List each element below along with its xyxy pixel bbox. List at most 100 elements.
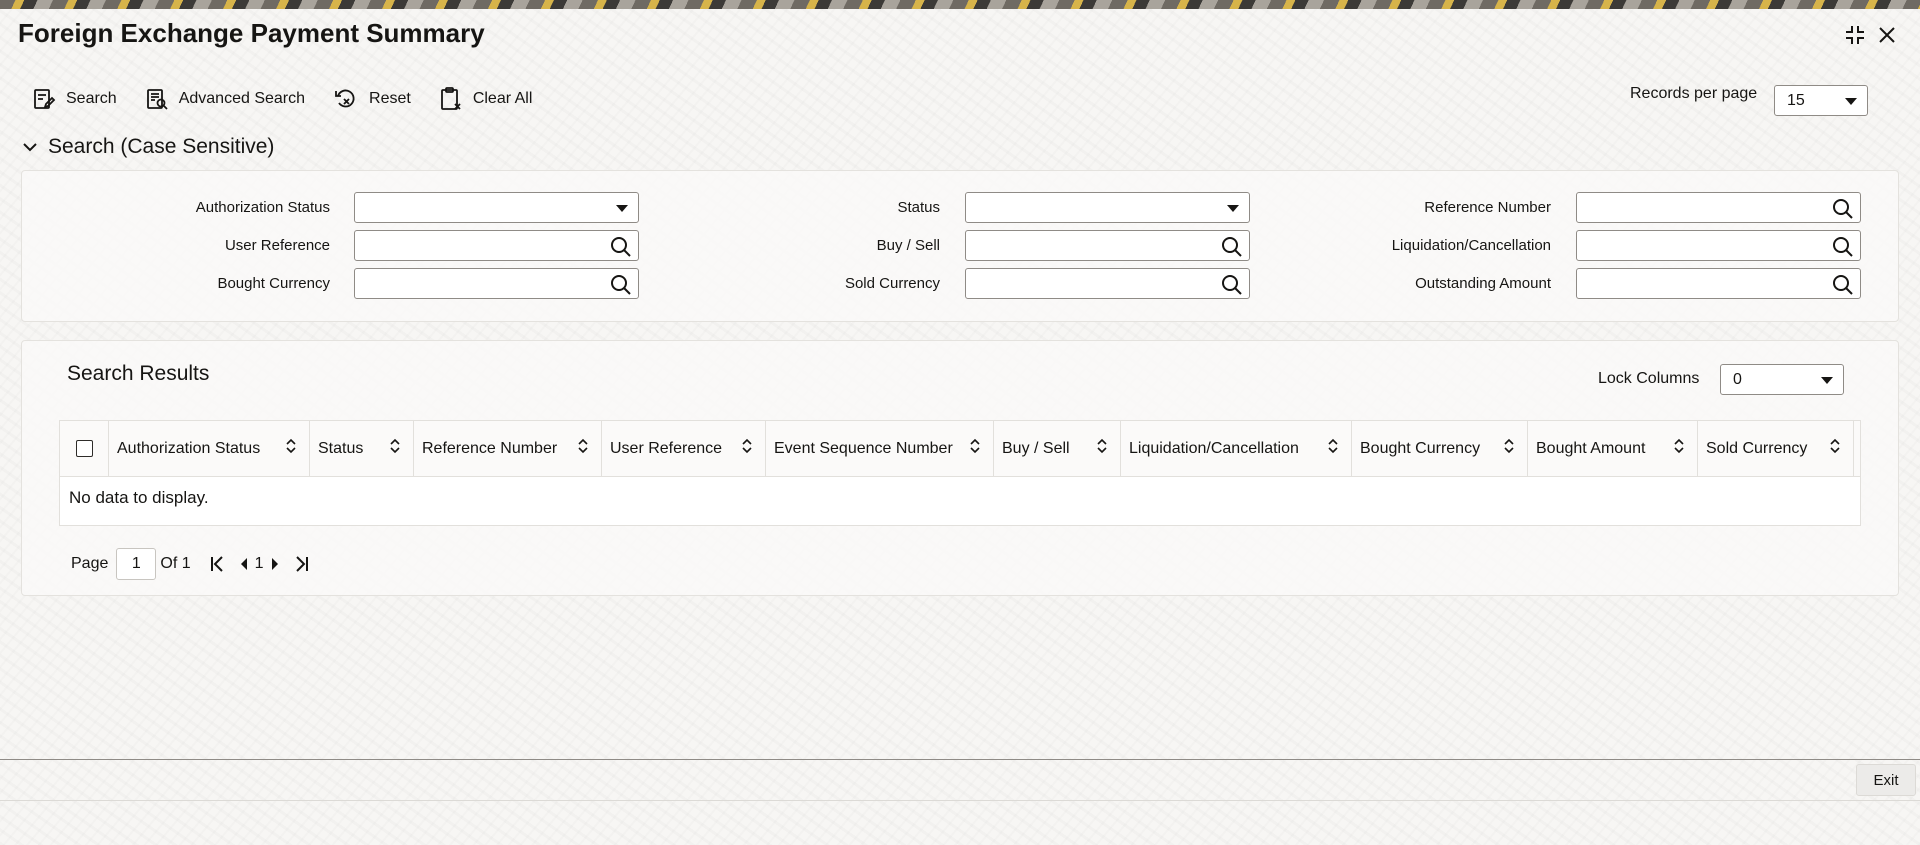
outstanding-amount-input[interactable] — [1576, 268, 1861, 299]
column-header-label: Bought Amount — [1536, 439, 1646, 457]
column-header-label: Status — [318, 439, 364, 457]
last-page-icon[interactable] — [294, 555, 310, 573]
exit-button[interactable]: Exit — [1856, 764, 1916, 796]
column-header-label: Liquidation/Cancellation — [1129, 439, 1299, 457]
clipboard-clear-icon — [439, 86, 463, 112]
advanced-search-icon — [145, 87, 169, 111]
sort-icon[interactable] — [1829, 438, 1841, 459]
exit-button-label: Exit — [1873, 771, 1899, 789]
column-header-label: Bought Currency — [1360, 439, 1481, 457]
sort-icon[interactable] — [285, 438, 297, 459]
footer-divider-bottom — [0, 800, 1920, 801]
reset-icon — [333, 87, 359, 111]
authorization-status-select[interactable] — [354, 192, 639, 223]
column-header-label: Reference Number — [422, 439, 558, 457]
search-icon[interactable] — [1221, 274, 1243, 301]
search-icon[interactable] — [1832, 236, 1854, 263]
reset-button[interactable]: Reset — [333, 87, 411, 111]
sort-icon[interactable] — [1673, 438, 1685, 459]
column-header-label: User Reference — [610, 439, 723, 457]
pagination: Page 1 Of 1 1 — [71, 548, 310, 580]
page-of-label: Of 1 — [160, 555, 191, 572]
results-table: Authorization Status Status Reference Nu… — [59, 420, 1861, 526]
bought-currency-input[interactable] — [354, 268, 639, 299]
search-section-heading: Search (Case Sensitive) — [48, 135, 275, 158]
reference-number-input[interactable] — [1576, 192, 1861, 223]
lock-columns-value: 0 — [1733, 370, 1742, 388]
chevron-down-icon — [22, 135, 38, 159]
search-icon[interactable] — [610, 274, 632, 301]
status-select[interactable] — [965, 192, 1250, 223]
column-header-sold-currency[interactable]: Sold Currency — [1698, 420, 1854, 477]
page-number-input-value: 1 — [131, 555, 141, 572]
previous-page-icon[interactable] — [239, 557, 249, 571]
buy-sell-input[interactable] — [965, 230, 1250, 261]
column-header-label: Event Sequence Number — [774, 439, 953, 457]
clear-all-button[interactable]: Clear All — [439, 86, 533, 112]
column-header-event-sequence-number[interactable]: Event Sequence Number — [766, 420, 994, 477]
search-icon[interactable] — [1832, 274, 1854, 301]
column-header-authorization-status[interactable]: Authorization Status — [109, 420, 310, 477]
dropdown-caret-icon — [1845, 97, 1857, 105]
footer-divider — [0, 759, 1920, 760]
search-icon[interactable] — [610, 236, 632, 263]
column-header-user-reference[interactable]: User Reference — [602, 420, 766, 477]
column-header-bought-currency[interactable]: Bought Currency — [1352, 420, 1528, 477]
search-icon[interactable] — [1221, 236, 1243, 263]
select-all-checkbox[interactable] — [75, 440, 93, 457]
user-reference-input[interactable] — [354, 230, 639, 261]
dropdown-caret-icon — [1227, 205, 1239, 212]
minimize-icon[interactable] — [1840, 20, 1870, 50]
search-icon[interactable] — [1832, 198, 1854, 225]
liquidation-cancellation-label: Liquidation/Cancellation — [1391, 237, 1551, 254]
buy-sell-label: Buy / Sell — [876, 237, 940, 254]
outstanding-amount-label: Outstanding Amount — [1415, 275, 1551, 292]
column-header-label: Authorization Status — [117, 439, 261, 457]
sold-currency-label: Sold Currency — [844, 275, 940, 292]
results-title: Search Results — [67, 362, 210, 385]
search-button[interactable]: Search — [32, 87, 117, 111]
sold-currency-input[interactable] — [965, 268, 1250, 299]
lock-columns-label: Lock Columns — [1598, 370, 1700, 387]
page-title: Foreign Exchange Payment Summary — [18, 18, 485, 48]
top-decorative-banner — [0, 0, 1920, 9]
records-per-page-value: 15 — [1787, 91, 1805, 109]
lock-columns-select[interactable]: 0 — [1720, 364, 1844, 395]
column-header-buy-sell[interactable]: Buy / Sell — [994, 420, 1121, 477]
clear-all-label: Clear All — [472, 90, 533, 107]
reset-label: Reset — [369, 90, 411, 107]
sort-icon[interactable] — [1503, 438, 1515, 459]
sort-icon[interactable] — [577, 438, 589, 459]
sort-icon[interactable] — [741, 438, 753, 459]
current-page-number: 1 — [254, 555, 264, 572]
authorization-status-label: Authorization Status — [195, 199, 330, 216]
column-header-reference-number[interactable]: Reference Number — [414, 420, 602, 477]
page-label: Page — [71, 555, 109, 572]
column-header-liquidation-cancellation[interactable]: Liquidation/Cancellation — [1121, 420, 1352, 477]
dropdown-caret-icon — [1821, 376, 1833, 384]
column-header-bought-amount[interactable]: Bought Amount — [1528, 420, 1698, 477]
sort-icon[interactable] — [1327, 438, 1339, 459]
liquidation-cancellation-input[interactable] — [1576, 230, 1861, 261]
search-form-icon — [32, 87, 56, 111]
search-section-toggle[interactable]: Search (Case Sensitive) — [22, 135, 274, 159]
dropdown-caret-icon — [616, 205, 628, 212]
sort-icon[interactable] — [1096, 438, 1108, 459]
bought-currency-label: Bought Currency — [217, 275, 330, 292]
advanced-search-button[interactable]: Advanced Search — [145, 87, 305, 111]
select-all-cell — [60, 420, 109, 477]
toolbar: Search Advanced Search Reset Clear All — [32, 84, 532, 114]
page-number-input[interactable]: 1 — [116, 548, 157, 580]
status-label: Status — [897, 199, 940, 216]
column-header-status[interactable]: Status — [310, 420, 414, 477]
close-icon[interactable] — [1872, 20, 1902, 50]
records-per-page-select[interactable]: 15 — [1774, 85, 1868, 116]
first-page-icon[interactable] — [209, 555, 225, 573]
next-page-icon[interactable] — [270, 557, 280, 571]
advanced-search-label: Advanced Search — [178, 90, 306, 107]
column-header-label: Sold Currency — [1706, 439, 1808, 457]
sort-icon[interactable] — [969, 438, 981, 459]
table-header-row: Authorization Status Status Reference Nu… — [60, 420, 1860, 477]
sort-icon[interactable] — [389, 438, 401, 459]
empty-table-message: No data to display. — [69, 488, 209, 507]
